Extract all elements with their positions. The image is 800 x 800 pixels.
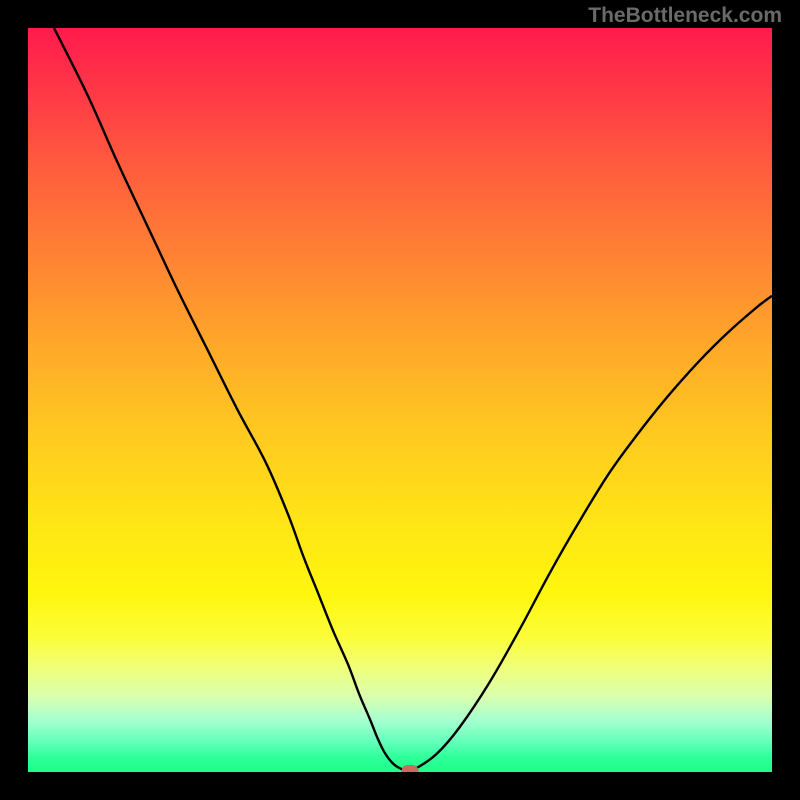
plot-area: [28, 28, 772, 772]
optimal-point-marker: [401, 765, 418, 773]
plot-frame: [0, 0, 800, 800]
watermark-text: TheBottleneck.com: [588, 4, 782, 28]
bottleneck-curve: [28, 28, 772, 772]
